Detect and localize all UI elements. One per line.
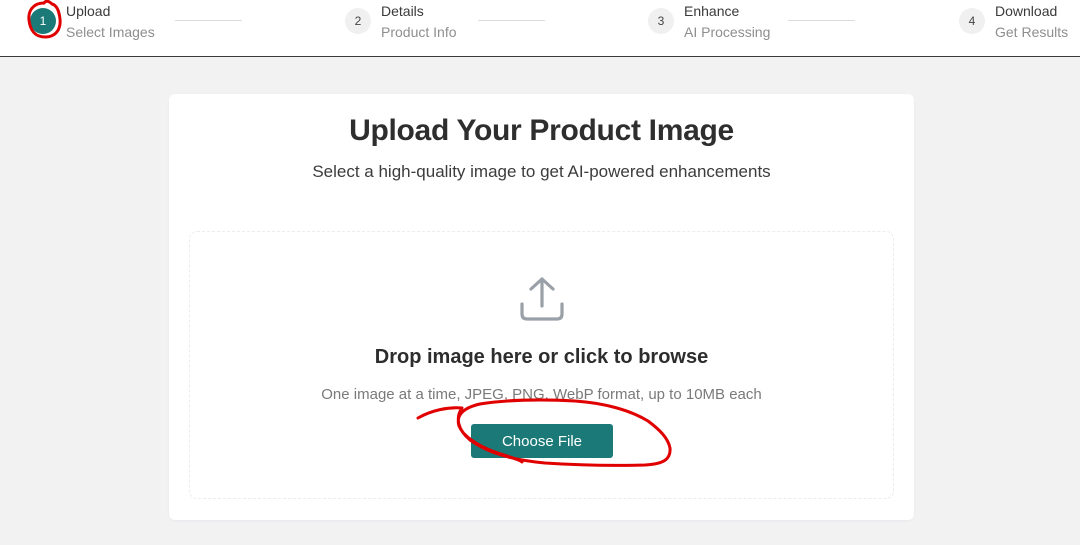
step-connector <box>478 20 545 21</box>
step-enhance[interactable]: 3 Enhance AI Processing <box>648 0 770 44</box>
dropzone-hint: One image at a time, JPEG, PNG, WebP for… <box>321 386 762 403</box>
progress-stepper: 1 Upload Select Images 2 Details Product… <box>0 0 1080 57</box>
step-connector <box>175 20 242 21</box>
step-subtitle: Product Info <box>381 24 457 40</box>
upload-card: Upload Your Product Image Select a high-… <box>169 94 914 520</box>
step-upload[interactable]: 1 Upload Select Images <box>30 0 155 44</box>
step-title: Download <box>995 3 1058 19</box>
step-details[interactable]: 2 Details Product Info <box>345 0 457 44</box>
page-subtitle: Select a high-quality image to get AI-po… <box>312 162 771 181</box>
dropzone-title: Drop image here or click to browse <box>374 346 709 368</box>
step-title: Details <box>381 3 424 19</box>
step-subtitle: AI Processing <box>684 24 771 40</box>
choose-file-button[interactable]: Choose File <box>471 424 613 458</box>
step-connector <box>788 20 855 21</box>
step-number-badge: 3 <box>648 8 674 34</box>
step-number-badge: 2 <box>345 8 371 34</box>
step-number-badge: 4 <box>959 8 985 34</box>
step-subtitle: Get Results <box>995 24 1069 40</box>
step-subtitle: Select Images <box>66 24 155 40</box>
image-dropzone[interactable]: Drop image here or click to browse One i… <box>189 231 894 499</box>
step-title: Upload <box>66 3 111 19</box>
step-title: Enhance <box>684 3 740 19</box>
upload-icon <box>520 277 564 321</box>
page-title: Upload Your Product Image <box>349 114 734 147</box>
step-download[interactable]: 4 Download Get Results <box>959 0 1068 44</box>
step-number-badge: 1 <box>30 8 56 34</box>
